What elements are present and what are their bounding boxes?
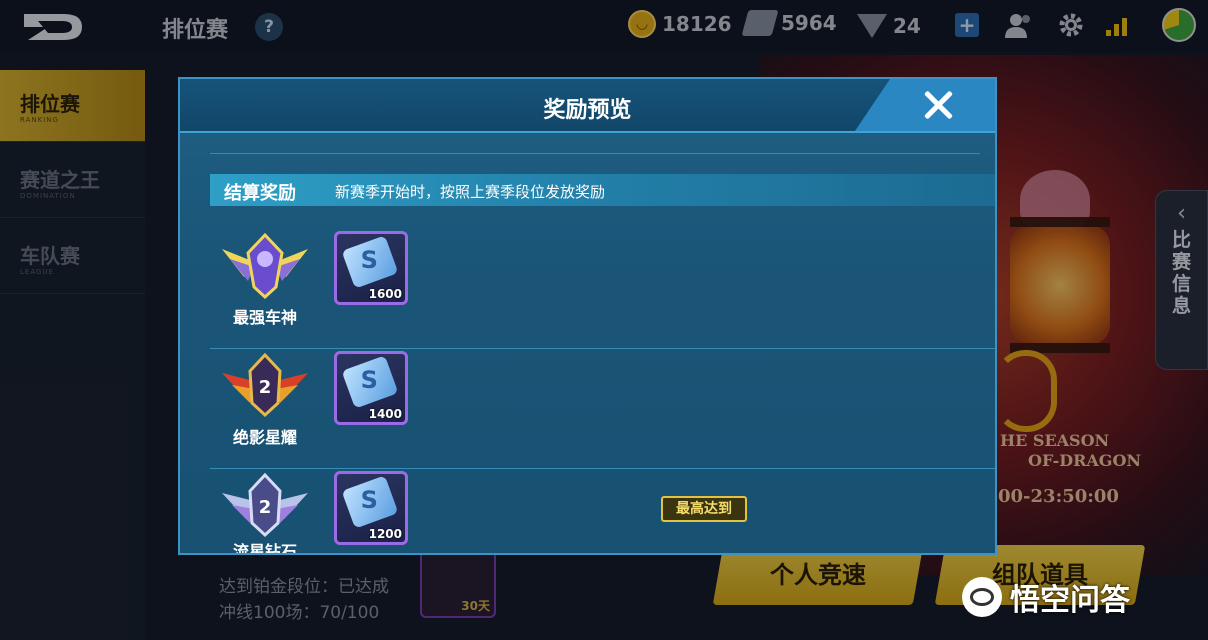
tier-badge-icon: 2 — [222, 472, 308, 538]
tier-row: 2 绝影星耀 1400 — [210, 348, 995, 469]
settlement-label: 结算奖励 — [224, 183, 296, 204]
divider — [210, 153, 980, 154]
reward-item[interactable]: 1400 — [334, 351, 408, 425]
dialog-header: 奖励预览 — [180, 79, 995, 133]
tier-name: 流星钻石 — [232, 542, 297, 555]
tier-name: 最强车神 — [232, 308, 297, 327]
tier-row: 2 流星钻石 1200 — [210, 468, 995, 555]
tier-row: 最强车神 1600 — [210, 228, 995, 349]
highest-reached-badge: 最高达到 — [661, 496, 747, 522]
close-icon[interactable] — [920, 87, 956, 123]
tier-badge-icon: 2 — [222, 352, 308, 418]
reward-item[interactable]: 1200 — [334, 471, 408, 545]
reward-quantity: 1200 — [368, 527, 402, 541]
svg-text:2: 2 — [259, 377, 272, 398]
reward-item[interactable]: 1600 — [334, 231, 408, 305]
dialog-title: 奖励预览 — [543, 98, 632, 123]
svg-text:2: 2 — [259, 497, 272, 518]
tier-badge-icon — [222, 232, 308, 299]
tier-name: 绝影星耀 — [232, 428, 297, 447]
reward-preview-dialog: 奖励预览 结算奖励 新赛季开始时，按照上赛季段位发放奖励 最强车神 1600 — [178, 77, 997, 555]
ticket-icon — [341, 475, 399, 529]
reward-quantity: 1400 — [368, 407, 402, 421]
watermark-logo-icon — [962, 577, 1002, 617]
watermark-text: 悟空问答 — [1010, 583, 1130, 618]
ticket-icon — [341, 355, 399, 409]
watermark: 悟空问答 — [962, 575, 1130, 619]
settlement-bar: 结算奖励 新赛季开始时，按照上赛季段位发放奖励 — [210, 174, 995, 206]
ticket-icon — [341, 235, 399, 289]
settlement-description: 新赛季开始时，按照上赛季段位发放奖励 — [335, 183, 606, 201]
reward-quantity: 1600 — [368, 287, 402, 301]
